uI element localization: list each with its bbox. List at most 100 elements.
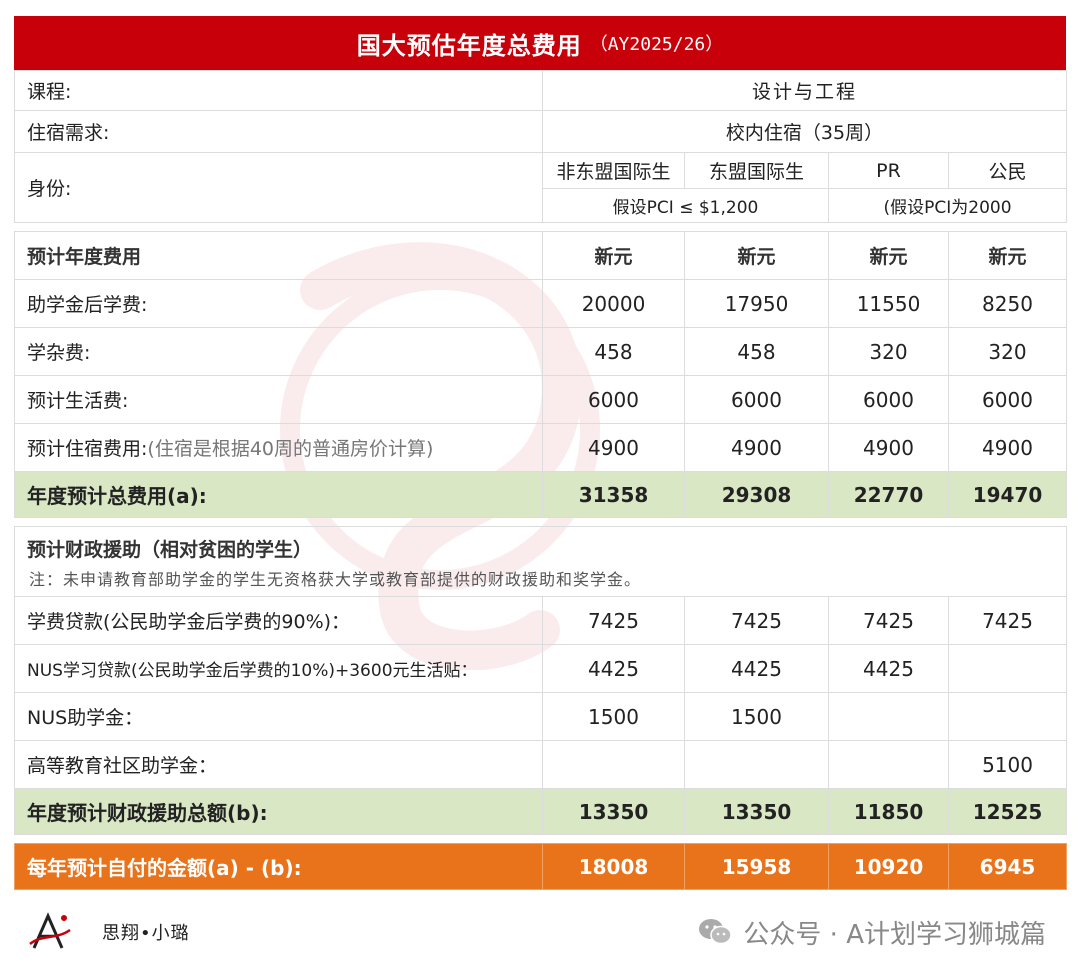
row-label: 助学金后学费: <box>14 279 543 328</box>
net-payable-label: 每年预计自付的金额(a) - (b): <box>14 843 543 890</box>
table-row: 学杂费: 458 458 320 320 <box>14 327 1067 376</box>
wechat-account-name: 公众号 · A计划学习狮城篇 <box>743 919 1046 950</box>
currency-label: 新元 <box>542 231 685 280</box>
course-value: 设计与工程 <box>541 70 1068 111</box>
cell-value: 6000 <box>542 375 685 424</box>
cell-value: 20000 <box>542 279 685 328</box>
total-aid-value: 13350 <box>542 788 685 835</box>
cell-value: 458 <box>542 327 685 376</box>
cell-value <box>542 740 685 789</box>
currency-label: 新元 <box>948 231 1067 280</box>
cell-value <box>828 692 949 741</box>
aid-header: 预计财政援助（相对贫困的学生） <box>27 539 313 561</box>
cell-value: 8250 <box>948 279 1067 328</box>
table-row: NUS学习贷款(公民助学金后学费的10%)+3600元生活贴： 4425 442… <box>14 644 1068 693</box>
cell-value: 7425 <box>947 596 1068 645</box>
page-title: 国大预估年度总费用 <box>356 31 582 60</box>
total-cost-label: 年度预计总费用(a): <box>14 471 543 518</box>
identity-label: 身份: <box>14 152 543 223</box>
row-label: NUS学习贷款(公民助学金后学费的10%)+3600元生活贴： <box>14 644 543 693</box>
currency-label: 新元 <box>828 231 949 280</box>
net-table: 每年预计自付的金额(a) - (b): 18008 15958 10920 69… <box>14 843 1067 890</box>
net-payable-value: 18008 <box>542 843 685 890</box>
net-payable-value: 15958 <box>684 843 829 890</box>
pci-right: (假设PCI为2000 <box>827 188 1068 223</box>
pci-left: 假设PCI ≤ $1,200 <box>542 188 829 223</box>
cell-value <box>684 740 829 789</box>
cell-value: 1500 <box>684 692 829 741</box>
identity-non-asean: 非东盟国际生 <box>542 152 685 189</box>
row-label: NUS助学金： <box>14 692 543 741</box>
total-cost-value: 29308 <box>684 471 829 518</box>
table-row: 预计住宿费用:(住宿是根据40周的普通房价计算) 4900 4900 4900 … <box>14 423 1067 472</box>
row-label-housing: 预计住宿费用:(住宿是根据40周的普通房价计算) <box>14 423 543 472</box>
aid-table: 预计财政援助（相对贫困的学生） 注：未申请教育部助学金的学生无资格获大学或教育部… <box>13 526 1068 835</box>
footer: 思翔•小璐 公众号 · A计划学习狮城篇 <box>14 904 1066 960</box>
table-row: 预计生活费: 6000 6000 6000 6000 <box>14 375 1067 424</box>
cell-value: 4900 <box>542 423 685 472</box>
cell-value: 4425 <box>542 644 685 693</box>
cell-value: 6000 <box>828 375 949 424</box>
housing-value: 校内住宿（35周） <box>541 110 1068 153</box>
cell-value: 6000 <box>948 375 1067 424</box>
cell-value: 4425 <box>828 644 949 693</box>
housing-label: 住宿需求: <box>14 110 543 153</box>
costs-table: 预计年度费用 新元 新元 新元 新元 助学金后学费: 20000 17950 1… <box>14 231 1067 518</box>
academic-year: （AY2025/26） <box>589 34 724 55</box>
table-row: 高等教育社区助学金： 5100 <box>14 740 1068 789</box>
total-aid-value: 13350 <box>684 788 829 835</box>
cell-value: 1500 <box>542 692 685 741</box>
brand-logo-icon <box>29 912 71 949</box>
currency-label: 新元 <box>684 231 829 280</box>
identity-pr: PR <box>828 152 949 189</box>
aid-note: 注：未申请教育部助学金的学生无资格获大学或教育部提供的财政援助和奖学金。 <box>29 570 642 589</box>
cell-value: 5100 <box>947 740 1068 789</box>
brand-name: 思翔•小璐 <box>102 923 190 944</box>
identity-citizen: 公民 <box>947 152 1068 189</box>
title-bar: 国大预估年度总费用 （AY2025/26） <box>14 16 1066 70</box>
costs-header: 预计年度费用 <box>14 231 543 280</box>
course-label: 课程: <box>14 70 543 111</box>
cell-value: 7425 <box>542 596 685 645</box>
cell-value: 4900 <box>684 423 829 472</box>
row-label: 预计住宿费用: <box>27 438 148 460</box>
row-label: 高等教育社区助学金： <box>14 740 543 789</box>
row-label: 学费贷款(公民助学金后学费的90%)： <box>14 596 543 645</box>
total-aid-row: 年度预计财政援助总额(b): 13350 13350 11850 12525 <box>14 788 1068 835</box>
cell-value: 320 <box>828 327 949 376</box>
aid-header-cell: 预计财政援助（相对贫困的学生） 注：未申请教育部助学金的学生无资格获大学或教育部… <box>13 526 1068 597</box>
total-aid-value: 12525 <box>947 788 1068 835</box>
wechat-account: 公众号 · A计划学习狮城篇 <box>697 914 1046 951</box>
total-aid-value: 11850 <box>828 788 949 835</box>
total-aid-label: 年度预计财政援助总额(b): <box>14 788 543 835</box>
net-payable-value: 10920 <box>828 843 949 890</box>
wechat-icon <box>699 919 733 945</box>
net-payable-row: 每年预计自付的金额(a) - (b): 18008 15958 10920 69… <box>14 843 1067 890</box>
cell-value: 7425 <box>684 596 829 645</box>
row-note: (住宿是根据40周的普通房价计算) <box>147 438 434 460</box>
cell-value: 4900 <box>948 423 1067 472</box>
row-label: 学杂费: <box>14 327 543 376</box>
table-row: NUS助学金： 1500 1500 <box>14 692 1068 741</box>
cell-value: 458 <box>684 327 829 376</box>
net-payable-value: 6945 <box>948 843 1067 890</box>
cell-value: 17950 <box>684 279 829 328</box>
cell-value: 4900 <box>828 423 949 472</box>
total-cost-value: 22770 <box>828 471 949 518</box>
row-label: 预计生活费: <box>14 375 543 424</box>
cell-value <box>947 644 1068 693</box>
total-cost-value: 31358 <box>542 471 685 518</box>
info-table: 课程: 设计与工程 住宿需求: 校内住宿（35周） 身份: 非东盟国际生 东盟国… <box>14 70 1068 223</box>
cell-value <box>828 740 949 789</box>
identity-asean: 东盟国际生 <box>684 152 829 189</box>
cell-value: 4425 <box>684 644 829 693</box>
cell-value: 7425 <box>828 596 949 645</box>
table-row: 学费贷款(公民助学金后学费的90%)： 7425 7425 7425 7425 <box>14 596 1068 645</box>
cell-value: 320 <box>948 327 1067 376</box>
total-cost-value: 19470 <box>948 471 1067 518</box>
cell-value: 11550 <box>828 279 949 328</box>
total-cost-row: 年度预计总费用(a): 31358 29308 22770 19470 <box>14 471 1067 518</box>
table-row: 助学金后学费: 20000 17950 11550 8250 <box>14 279 1067 328</box>
cell-value <box>947 692 1068 741</box>
cell-value: 6000 <box>684 375 829 424</box>
